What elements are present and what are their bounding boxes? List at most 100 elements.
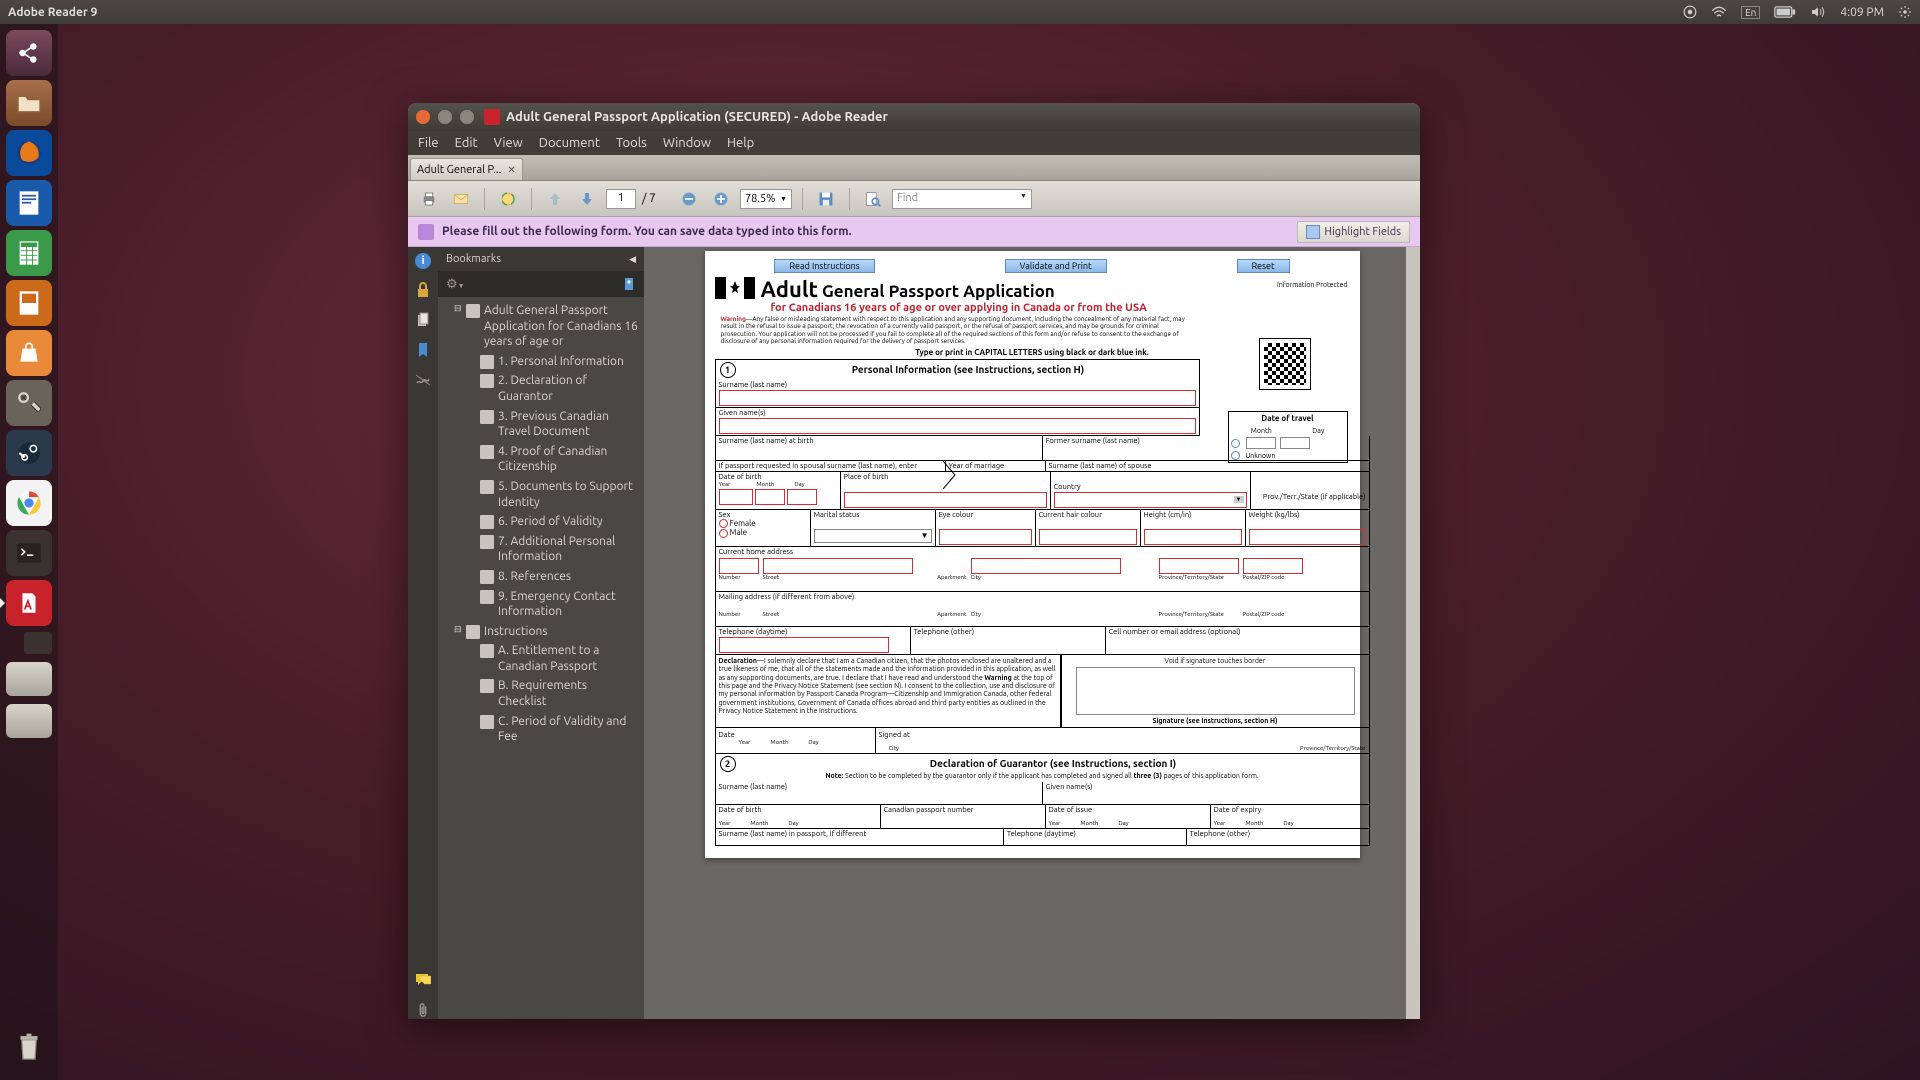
chrome-indicator-icon[interactable]	[1683, 5, 1697, 19]
surname-field[interactable]	[719, 390, 1196, 406]
mounted-drive-2[interactable]	[6, 704, 52, 738]
marital-select[interactable]: ▼	[814, 529, 932, 543]
firefox-icon[interactable]	[6, 130, 52, 176]
files-icon[interactable]	[6, 80, 52, 126]
menu-view[interactable]: View	[494, 136, 523, 150]
bookmark-item[interactable]: 1. Personal Information	[440, 352, 642, 372]
menu-window[interactable]: Window	[663, 136, 711, 150]
bookmark-item[interactable]: ⊟Adult General Passport Application for …	[440, 301, 642, 352]
print-icon[interactable]	[416, 186, 442, 212]
menu-edit[interactable]: Edit	[455, 136, 478, 150]
dob-year[interactable]	[719, 489, 753, 505]
chrome-icon[interactable]	[6, 480, 52, 526]
addr-number[interactable]	[719, 558, 759, 574]
bookmark-item[interactable]: 4. Proof of Canadian Citizenship	[440, 442, 642, 477]
bookmarks-icon[interactable]	[414, 341, 432, 359]
addr-prov[interactable]	[1159, 558, 1239, 574]
menu-tools[interactable]: Tools	[616, 136, 647, 150]
bookmark-item[interactable]: 6. Period of Validity	[440, 512, 642, 532]
tel-day[interactable]	[719, 637, 889, 653]
collapse-panel-icon[interactable]: ◀	[629, 254, 636, 265]
find-input[interactable]: Find▼	[892, 189, 1032, 209]
bookmark-item[interactable]: ⊟Instructions	[440, 622, 642, 642]
comments-icon[interactable]	[414, 971, 432, 989]
signature-box[interactable]	[1076, 667, 1355, 715]
bookmark-item[interactable]: 7. Additional Personal Information	[440, 532, 642, 567]
bookmark-item[interactable]: 2. Declaration of Guarantor	[440, 371, 642, 406]
scrollbar[interactable]	[1406, 247, 1420, 1019]
close-icon[interactable]	[416, 110, 430, 124]
country-select[interactable]: ▼	[1054, 492, 1247, 508]
collaborate-icon[interactable]	[495, 186, 521, 212]
zoom-out-icon[interactable]	[676, 186, 702, 212]
signatures-icon[interactable]	[414, 371, 432, 389]
highlight-fields-button[interactable]: Highlight Fields	[1297, 221, 1410, 243]
bookmark-item[interactable]: 3. Previous Canadian Travel Document	[440, 407, 642, 442]
dash-icon[interactable]	[6, 30, 52, 76]
zoom-in-icon[interactable]	[708, 186, 734, 212]
lock-icon[interactable]	[414, 281, 432, 299]
zoom-select[interactable]: 78.5%▼	[740, 189, 792, 209]
given-names-field[interactable]	[719, 418, 1196, 434]
adobe-reader-icon[interactable]	[6, 580, 52, 626]
next-page-icon[interactable]	[574, 186, 600, 212]
bookmark-options-icon[interactable]: ⚙▼	[446, 277, 465, 292]
info-icon[interactable]: i	[415, 253, 431, 269]
workspace-switcher[interactable]	[24, 632, 52, 654]
menu-document[interactable]: Document	[539, 136, 600, 150]
bookmark-item[interactable]: C. Period of Validity and Fee	[440, 712, 642, 747]
reset-button[interactable]: Reset	[1237, 259, 1290, 273]
terminal-icon[interactable]	[6, 530, 52, 576]
hair-field[interactable]	[1039, 529, 1137, 545]
software-center-icon[interactable]	[6, 330, 52, 376]
prev-page-icon[interactable]	[542, 186, 568, 212]
wifi-icon[interactable]	[1711, 5, 1727, 19]
mounted-drive-1[interactable]	[6, 662, 52, 696]
battery-icon[interactable]	[1774, 6, 1796, 18]
bookmark-item[interactable]: 9. Emergency Contact Information	[440, 587, 642, 622]
weight-field[interactable]	[1249, 529, 1366, 545]
addr-city[interactable]	[971, 558, 1121, 574]
page-number-input[interactable]: 1	[606, 189, 636, 209]
bookmark-item[interactable]: 5. Documents to Support Identity	[440, 477, 642, 512]
menu-help[interactable]: Help	[727, 136, 754, 150]
clock[interactable]: 4:09 PM	[1840, 6, 1884, 19]
system-settings-icon[interactable]	[6, 380, 52, 426]
impress-icon[interactable]	[6, 280, 52, 326]
addr-street[interactable]	[763, 558, 913, 574]
height-field[interactable]	[1144, 529, 1242, 545]
validate-print-button[interactable]: Validate and Print	[1005, 259, 1107, 273]
bookmark-item[interactable]: A. Entitlement to a Canadian Passport	[440, 641, 642, 676]
dob-month[interactable]	[755, 489, 785, 505]
email-icon[interactable]	[448, 186, 474, 212]
bookmark-item[interactable]: B. Requirements Checklist	[440, 676, 642, 711]
attachments-icon[interactable]	[414, 1001, 432, 1019]
section-1b: Surname (last name) at birth Former surn…	[715, 436, 1370, 754]
bookmark-item[interactable]: 8. References	[440, 567, 642, 587]
calc-icon[interactable]	[6, 230, 52, 276]
eye-field[interactable]	[939, 529, 1032, 545]
page-total: / 7	[642, 192, 656, 205]
new-bookmark-icon[interactable]	[622, 277, 636, 291]
pages-icon[interactable]	[414, 311, 432, 329]
form-title: Adult General Passport Application	[761, 277, 1147, 302]
menu-file[interactable]: File	[418, 136, 439, 150]
keyboard-lang[interactable]: En	[1741, 6, 1760, 19]
volume-icon[interactable]	[1810, 5, 1826, 19]
window-titlebar[interactable]: Adult General Passport Application (SECU…	[408, 103, 1420, 131]
read-instructions-button[interactable]: Read Instructions	[774, 259, 874, 273]
trash-icon[interactable]	[6, 1024, 52, 1070]
pob-field[interactable]	[844, 492, 1047, 508]
save-icon[interactable]	[813, 186, 839, 212]
minimize-icon[interactable]	[438, 110, 452, 124]
addr-zip[interactable]	[1243, 558, 1303, 574]
writer-icon[interactable]	[6, 180, 52, 226]
document-area[interactable]: Read Instructions Validate and Print Res…	[644, 247, 1420, 1019]
gear-icon[interactable]	[1898, 5, 1912, 19]
search-icon[interactable]	[860, 186, 886, 212]
document-tab[interactable]: Adult General P... ✕	[410, 158, 523, 180]
steam-icon[interactable]	[6, 430, 52, 476]
dob-day[interactable]	[787, 489, 817, 505]
tab-close-icon[interactable]: ✕	[507, 164, 515, 176]
maximize-icon[interactable]	[460, 110, 474, 124]
